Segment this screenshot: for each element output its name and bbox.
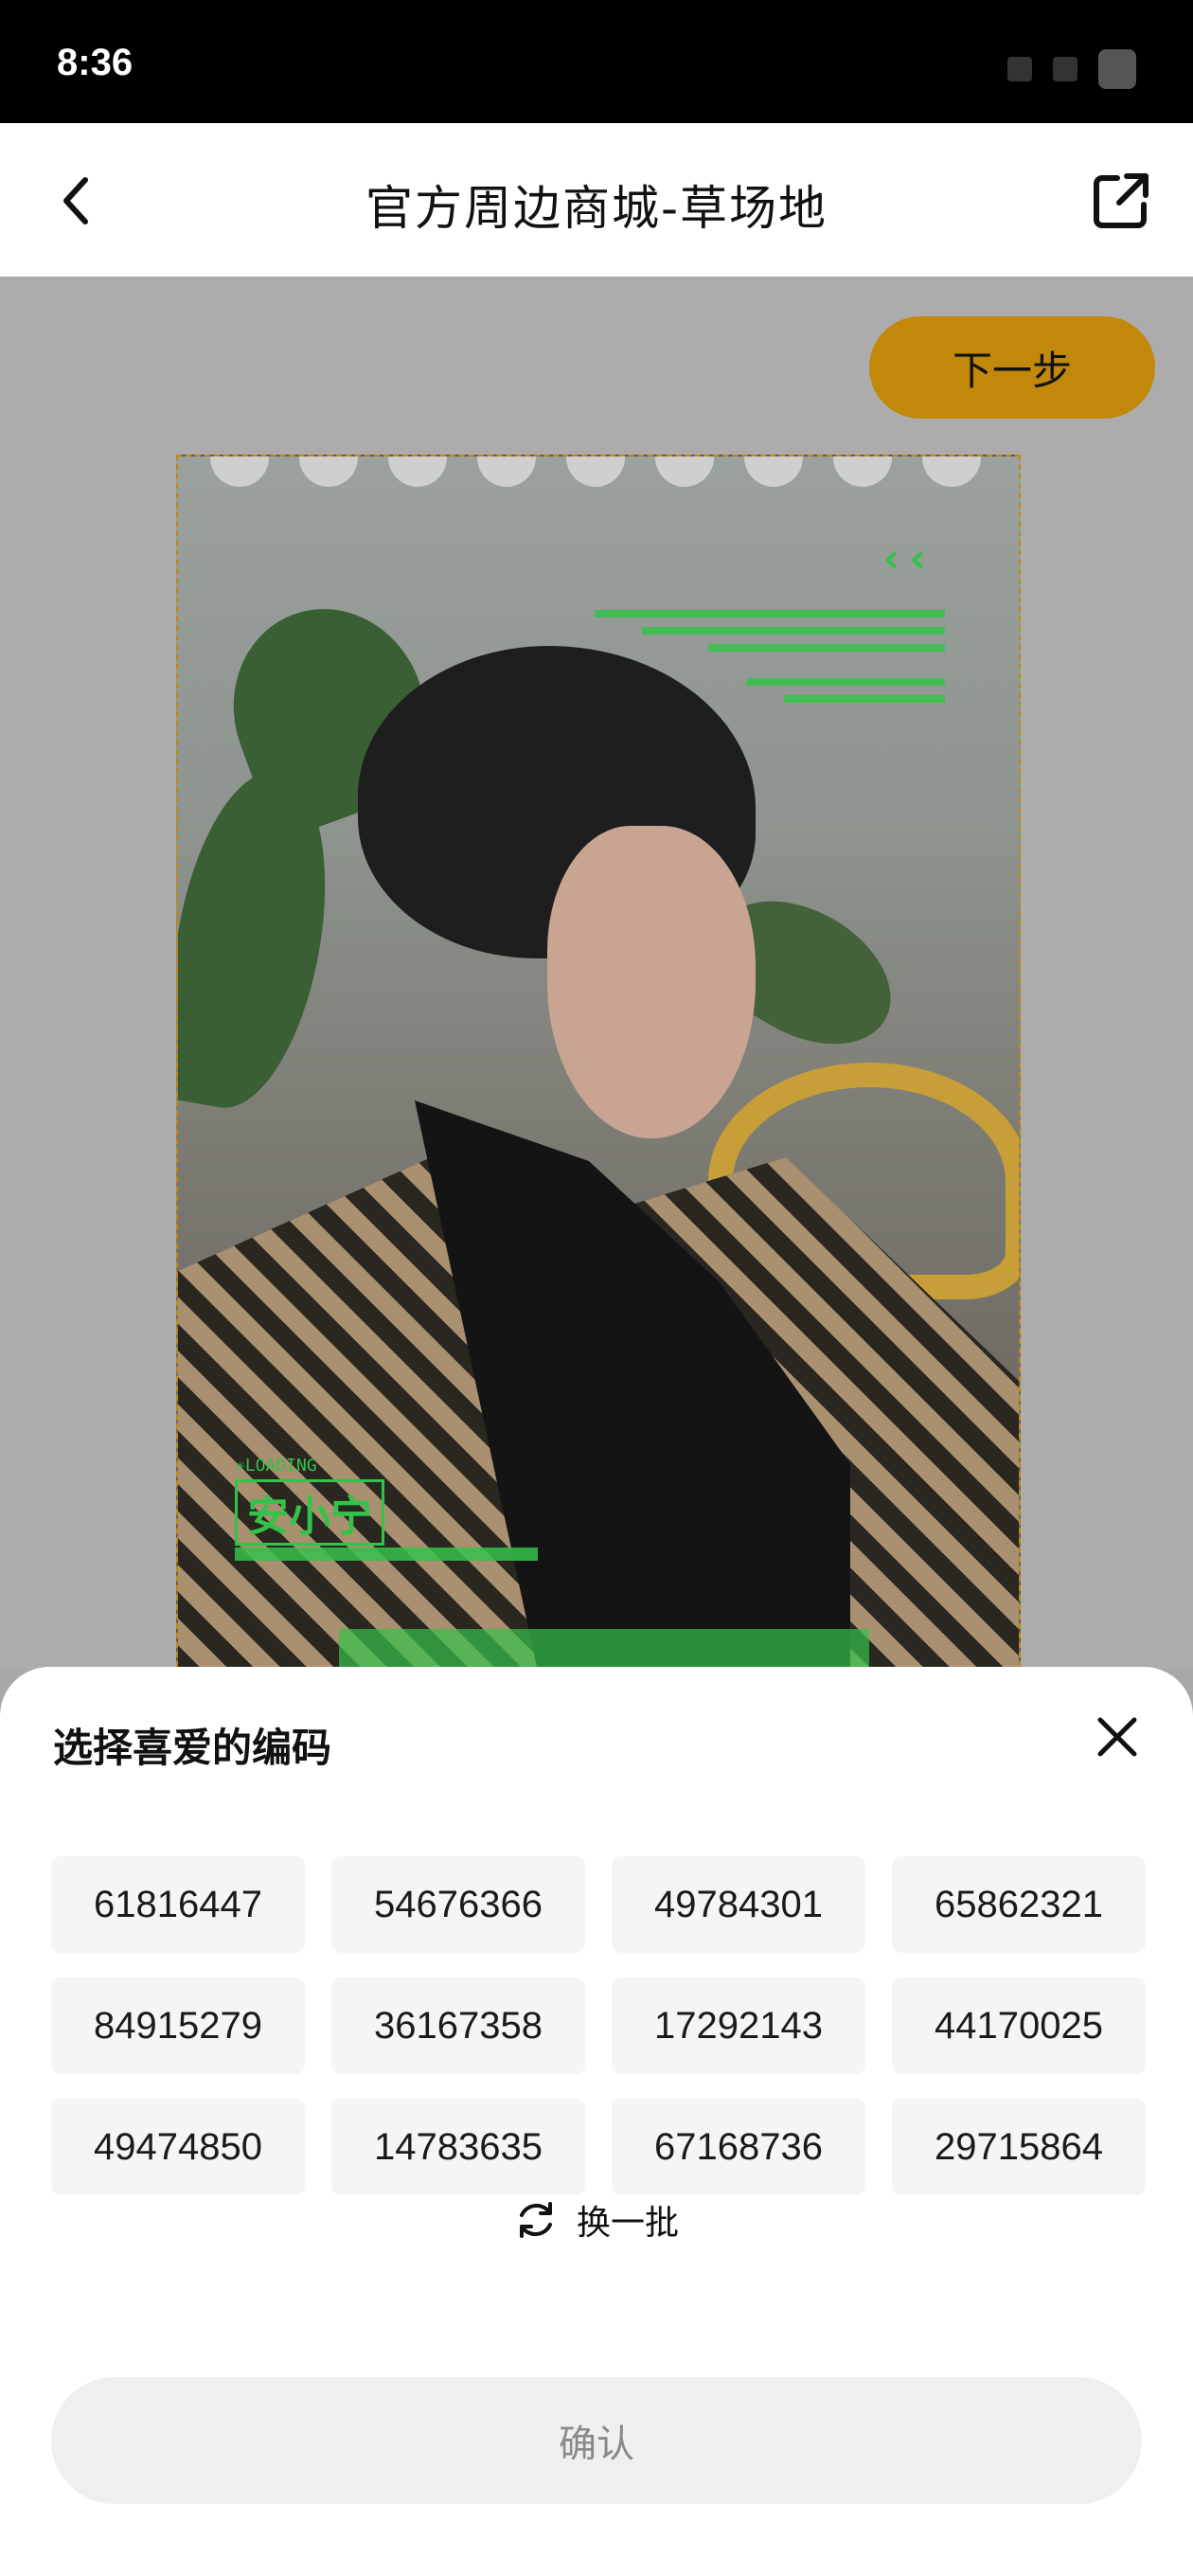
code-option[interactable]: 67168736 bbox=[612, 2099, 865, 2195]
code-option[interactable]: 29715864 bbox=[892, 2099, 1146, 2195]
overlay-loading: ✳LOADING bbox=[235, 1456, 317, 1476]
next-step-button[interactable]: 下一步 bbox=[869, 316, 1155, 419]
page-title: 官方周边商城-草场地 bbox=[365, 181, 828, 236]
green-line bbox=[784, 695, 945, 703]
photo-card: ‹‹ ✳LOADING 安小宁 bbox=[176, 455, 1021, 1686]
green-line bbox=[708, 644, 945, 652]
share-button[interactable] bbox=[1087, 167, 1155, 235]
green-line bbox=[746, 678, 945, 686]
close-button[interactable] bbox=[1079, 1699, 1155, 1775]
binder-hole bbox=[833, 456, 892, 487]
code-option[interactable]: 65862321 bbox=[892, 1856, 1146, 1953]
code-option[interactable]: 84915279 bbox=[51, 1977, 305, 2074]
sheet-title: 选择喜爱的编码 bbox=[53, 1725, 332, 1771]
code-grid: 61816447 54676366 49784301 65862321 8491… bbox=[51, 1856, 1146, 2195]
code-option[interactable]: 44170025 bbox=[892, 1977, 1146, 2074]
battery-icon bbox=[1098, 49, 1136, 89]
code-option[interactable]: 61816447 bbox=[51, 1856, 305, 1953]
binder-hole bbox=[566, 456, 625, 487]
code-option[interactable]: 54676366 bbox=[331, 1856, 585, 1953]
close-icon bbox=[1097, 1717, 1137, 1757]
binder-hole bbox=[655, 456, 714, 487]
nav-bar: 官方周边商城-草场地 bbox=[0, 123, 1193, 277]
share-icon bbox=[1094, 173, 1148, 228]
code-option[interactable]: 36167358 bbox=[331, 1977, 585, 2074]
signal-icon bbox=[1007, 57, 1032, 81]
code-option[interactable]: 14783635 bbox=[331, 2099, 585, 2195]
binder-hole bbox=[299, 456, 358, 487]
code-option[interactable]: 49474850 bbox=[51, 2099, 305, 2195]
confirm-button[interactable]: 确认 bbox=[51, 2377, 1142, 2504]
preview-area: 下一步 ‹‹ ✳LOADING 安小宁 bbox=[0, 277, 1193, 1686]
refresh-button[interactable]: 换一批 bbox=[0, 2195, 1193, 2245]
binder-hole bbox=[744, 456, 803, 487]
status-icons bbox=[1007, 49, 1136, 89]
green-line bbox=[642, 627, 945, 635]
face bbox=[547, 826, 756, 1138]
chevrons-icon: ‹‹ bbox=[879, 532, 932, 583]
overlay-name: 安小宁 bbox=[235, 1479, 384, 1546]
code-option[interactable]: 17292143 bbox=[612, 1977, 865, 2074]
binder-hole bbox=[388, 456, 447, 487]
binder-hole bbox=[922, 456, 981, 487]
code-picker-sheet: 选择喜爱的编码 61816447 54676366 49784301 65862… bbox=[0, 1667, 1193, 2576]
status-bar: 8:36 bbox=[0, 0, 1193, 123]
code-option[interactable]: 49784301 bbox=[612, 1856, 865, 1953]
status-time: 8:36 bbox=[57, 42, 134, 83]
wifi-icon bbox=[1053, 57, 1077, 81]
refresh-icon bbox=[519, 2202, 552, 2238]
green-line bbox=[595, 610, 945, 617]
overlay-bar bbox=[235, 1547, 538, 1561]
refresh-label: 换一批 bbox=[576, 2204, 679, 2243]
binder-hole bbox=[210, 456, 269, 487]
binder-hole bbox=[477, 456, 536, 487]
